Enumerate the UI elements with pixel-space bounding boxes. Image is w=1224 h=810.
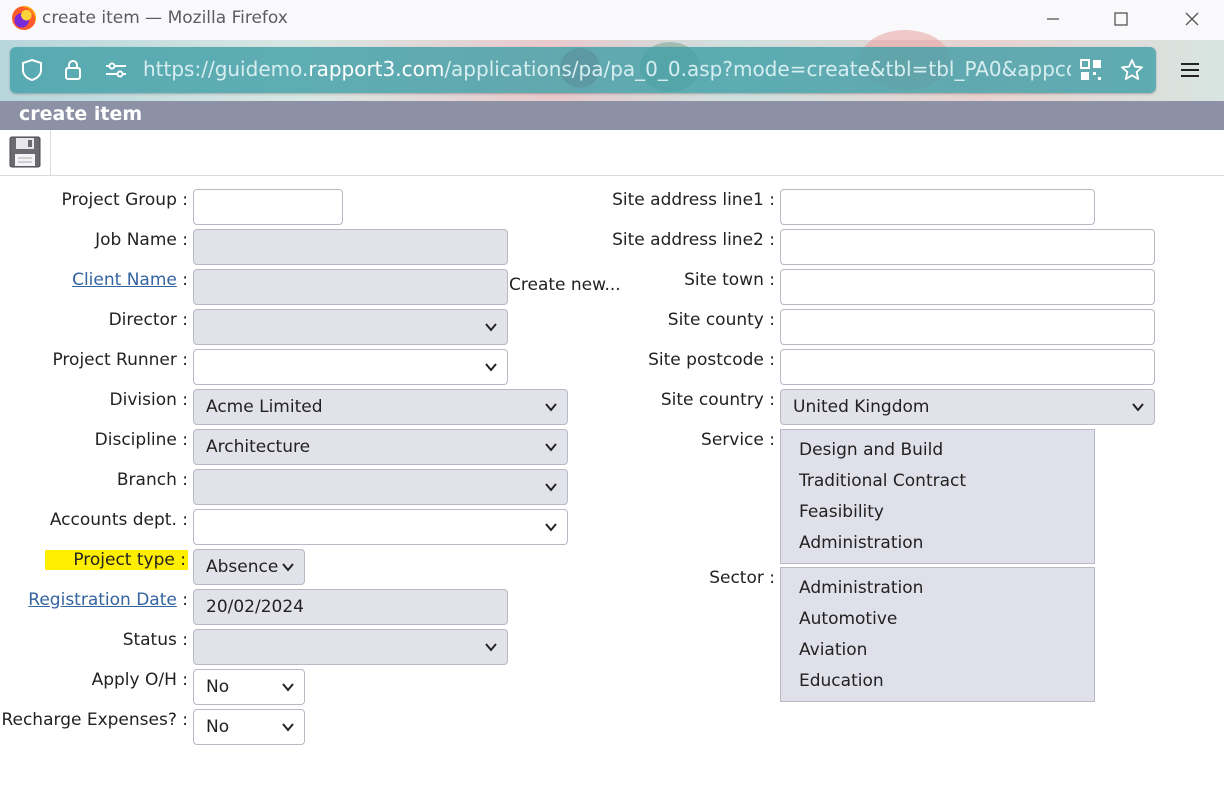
director-select[interactable] bbox=[193, 309, 508, 345]
discipline-select[interactable]: Architecture bbox=[193, 429, 568, 465]
chevron-down-icon bbox=[282, 723, 294, 732]
create-new-client-link[interactable]: Create new... bbox=[509, 275, 621, 295]
qr-code-icon[interactable] bbox=[1079, 58, 1103, 82]
sector-option[interactable]: Administration bbox=[799, 578, 923, 598]
maximize-icon bbox=[1114, 12, 1128, 26]
division-select[interactable]: Acme Limited bbox=[193, 389, 568, 425]
sector-option[interactable]: Automotive bbox=[799, 609, 897, 629]
create-item-form: Project Group : Job Name : Client Name :… bbox=[0, 176, 1224, 810]
close-window-button[interactable] bbox=[1172, 5, 1212, 33]
sector-option[interactable]: Aviation bbox=[799, 640, 867, 660]
site-address-line2-label: Site address line2 : bbox=[612, 230, 775, 250]
site-address-line1-label: Site address line1 : bbox=[612, 190, 775, 210]
accounts-dept-label: Accounts dept. : bbox=[49, 510, 188, 530]
recharge-expenses-select[interactable]: No bbox=[193, 709, 305, 745]
chevron-down-icon bbox=[485, 643, 497, 652]
lock-icon[interactable] bbox=[61, 58, 85, 82]
url-host: rapport3.com bbox=[308, 57, 445, 81]
hamburger-menu-icon bbox=[1181, 63, 1199, 77]
url-path: /applications/pa/pa_0_0.asp?mode=create&… bbox=[444, 57, 1071, 81]
maximize-button[interactable] bbox=[1101, 5, 1141, 33]
service-listbox[interactable]: Design and Build Traditional Contract Fe… bbox=[780, 429, 1095, 564]
firefox-logo-icon bbox=[12, 6, 36, 30]
sector-listbox[interactable]: Administration Automotive Aviation Educa… bbox=[780, 567, 1095, 702]
service-option[interactable]: Feasibility bbox=[799, 502, 884, 522]
division-label: Division : bbox=[109, 390, 188, 410]
url-text[interactable]: https://guidemo.rapport3.com/application… bbox=[143, 57, 1071, 83]
url-bar[interactable]: https://guidemo.rapport3.com/application… bbox=[10, 47, 1156, 93]
project-runner-label: Project Runner : bbox=[52, 350, 188, 370]
job-name-label: Job Name : bbox=[95, 230, 188, 250]
service-label: Service : bbox=[701, 430, 775, 450]
floppy-disk-icon bbox=[9, 136, 41, 168]
site-postcode-input[interactable] bbox=[780, 349, 1155, 385]
site-address-line1-input[interactable] bbox=[780, 189, 1095, 225]
chevron-down-icon bbox=[545, 403, 557, 412]
url-scheme: https://guidemo. bbox=[143, 57, 309, 81]
chevron-down-icon bbox=[282, 683, 294, 692]
registration-date-link[interactable]: Registration Date bbox=[28, 590, 177, 610]
registration-date-colon: : bbox=[182, 590, 188, 610]
close-icon bbox=[1185, 12, 1199, 26]
accounts-dept-select[interactable] bbox=[193, 509, 568, 545]
client-name-colon: : bbox=[182, 270, 188, 290]
branch-label: Branch : bbox=[116, 470, 188, 490]
minimize-icon bbox=[1047, 18, 1059, 20]
apply-oh-label: Apply O/H : bbox=[91, 670, 188, 690]
window-title: create item — Mozilla Firefox bbox=[42, 8, 288, 28]
sector-label: Sector : bbox=[709, 568, 775, 588]
recharge-expenses-label: Recharge Expenses? : bbox=[1, 710, 188, 730]
chevron-down-icon bbox=[545, 523, 557, 532]
director-label: Director : bbox=[108, 310, 188, 330]
site-county-input[interactable] bbox=[780, 309, 1155, 345]
status-select[interactable] bbox=[193, 629, 508, 665]
registration-date-label: Registration Date : bbox=[28, 590, 188, 610]
chevron-down-icon bbox=[545, 483, 557, 492]
project-group-input[interactable] bbox=[193, 189, 343, 225]
chevron-down-icon bbox=[545, 443, 557, 452]
client-name-label: Client Name : bbox=[72, 270, 188, 290]
client-name-input[interactable] bbox=[193, 269, 508, 305]
job-name-input[interactable] bbox=[193, 229, 508, 265]
status-label: Status : bbox=[122, 630, 188, 650]
branch-select[interactable] bbox=[193, 469, 568, 505]
site-county-label: Site county : bbox=[667, 310, 775, 330]
save-button[interactable] bbox=[8, 135, 44, 171]
project-group-label: Project Group : bbox=[61, 190, 188, 210]
browser-navbar: https://guidemo.rapport3.com/application… bbox=[0, 30, 1224, 101]
site-town-input[interactable] bbox=[780, 269, 1155, 305]
site-town-label: Site town : bbox=[684, 270, 775, 290]
toolbar-separator bbox=[50, 130, 51, 175]
site-address-line2-input[interactable] bbox=[780, 229, 1155, 265]
permissions-icon[interactable] bbox=[104, 58, 128, 82]
site-country-select[interactable]: United Kingdom bbox=[780, 389, 1155, 425]
registration-date-input[interactable]: 20/02/2024 bbox=[193, 589, 508, 625]
chevron-down-icon bbox=[485, 363, 497, 372]
service-option[interactable]: Traditional Contract bbox=[799, 471, 966, 491]
page-header: create item bbox=[0, 101, 1224, 130]
window-titlebar: create item — Mozilla Firefox bbox=[0, 0, 1224, 41]
apply-oh-select[interactable]: No bbox=[193, 669, 305, 705]
toolbar bbox=[0, 130, 1224, 176]
bookmark-star-icon[interactable] bbox=[1120, 58, 1144, 82]
chevron-down-icon bbox=[282, 563, 294, 572]
chevron-down-icon bbox=[485, 323, 497, 332]
service-option[interactable]: Design and Build bbox=[799, 440, 943, 460]
project-runner-select[interactable] bbox=[193, 349, 508, 385]
project-type-label: Project type : bbox=[45, 550, 188, 570]
page-title: create item bbox=[19, 103, 143, 125]
sector-option[interactable]: Education bbox=[799, 671, 884, 691]
project-type-select[interactable]: Absence bbox=[193, 549, 305, 585]
shield-icon[interactable] bbox=[20, 58, 44, 82]
client-name-link[interactable]: Client Name bbox=[72, 270, 177, 290]
site-postcode-label: Site postcode : bbox=[648, 350, 775, 370]
service-option[interactable]: Administration bbox=[799, 533, 923, 553]
app-menu-button[interactable] bbox=[1170, 52, 1210, 88]
discipline-label: Discipline : bbox=[94, 430, 188, 450]
minimize-button[interactable] bbox=[1033, 5, 1073, 33]
chevron-down-icon bbox=[1132, 403, 1144, 412]
site-country-label: Site country : bbox=[660, 390, 775, 410]
